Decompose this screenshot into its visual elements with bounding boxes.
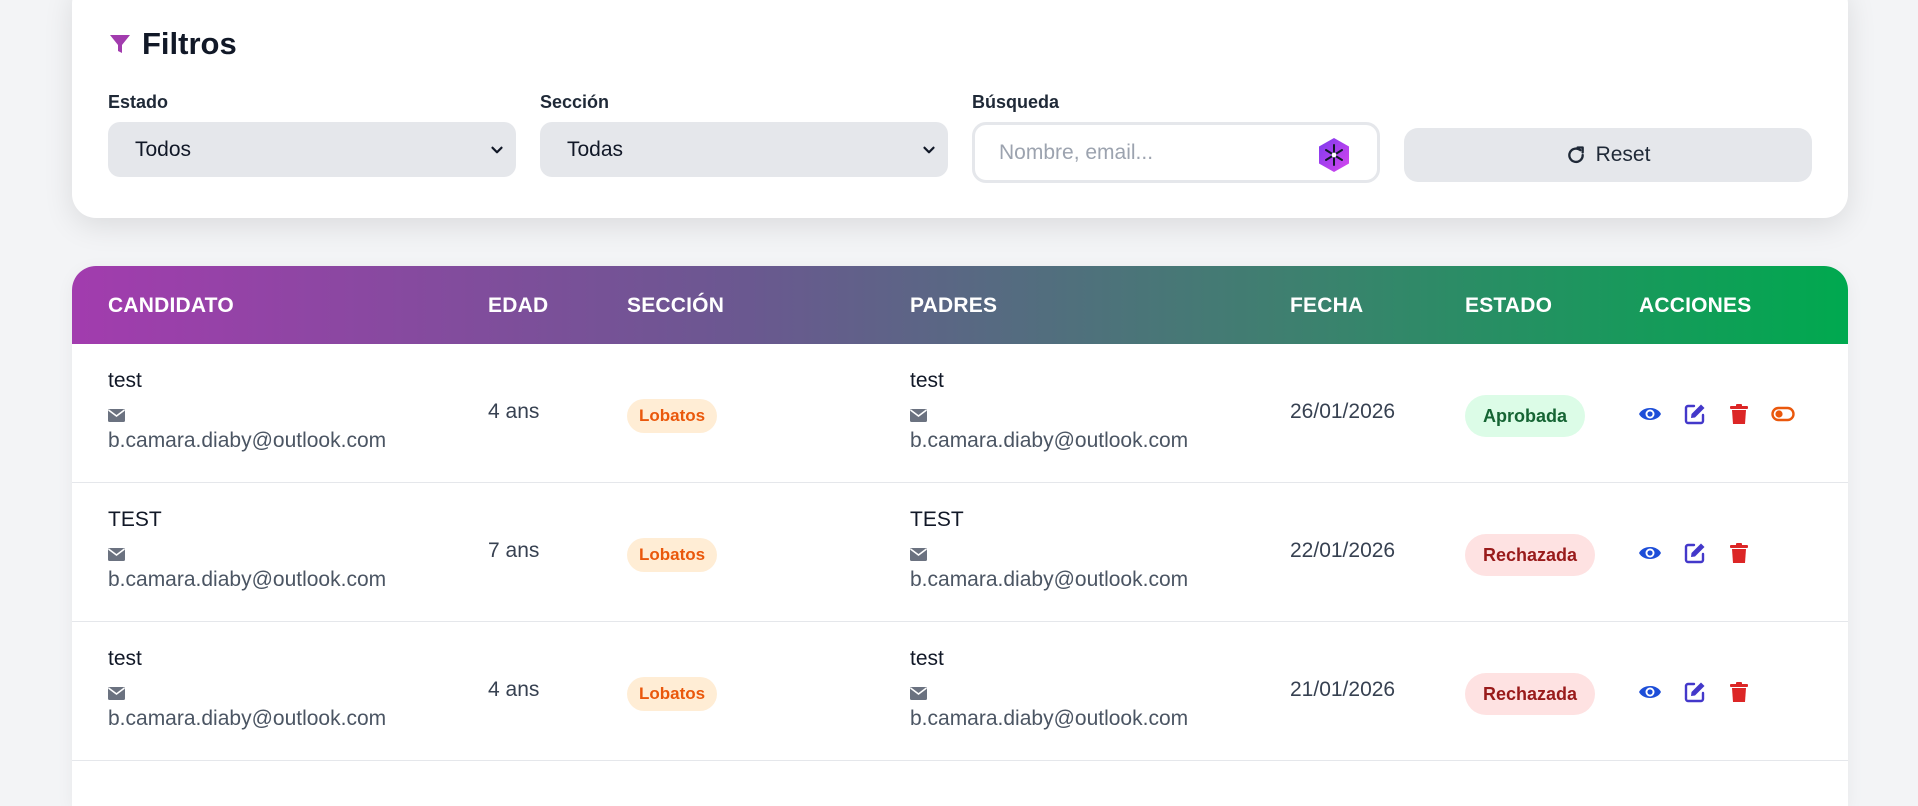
- reset-label: Reset: [1595, 143, 1651, 166]
- parent-email: b.camara.diaby@outlook.com: [910, 707, 1189, 730]
- chevron-down-icon: [491, 146, 503, 154]
- funnel-icon: [110, 35, 130, 53]
- filters-header: Filtros: [108, 26, 237, 62]
- status-badge: Rechazada: [1465, 534, 1596, 576]
- envelope-icon: [910, 409, 927, 422]
- column-header-candidato[interactable]: CANDIDATO: [108, 294, 234, 318]
- seccion-label: Sección: [540, 92, 610, 112]
- parent-email: b.camara.diaby@outlook.com: [910, 568, 1189, 591]
- eye-icon[interactable]: [1638, 541, 1662, 565]
- candidate-email: b.camara.diaby@outlook.com: [108, 707, 387, 730]
- candidate-email: b.camara.diaby@outlook.com: [108, 568, 387, 591]
- busqueda-label: Búsqueda: [972, 92, 1060, 112]
- filters-card: [72, 0, 1848, 218]
- status-badge: Aprobada: [1465, 395, 1586, 437]
- search-input[interactable]: Nombre, email...: [972, 122, 1380, 183]
- rotate-icon: [1567, 146, 1584, 164]
- filters-title: Filtros: [142, 26, 237, 61]
- edit-icon[interactable]: [1683, 680, 1707, 704]
- envelope-icon: [108, 687, 125, 700]
- table-row: test b.camara.diaby@outlook.com 4 ans Lo…: [72, 622, 1848, 761]
- request-date: 21/01/2026: [1290, 678, 1396, 701]
- seccion-select[interactable]: Todas: [540, 122, 948, 177]
- chevron-down-icon: [923, 146, 935, 154]
- envelope-icon: [108, 409, 125, 422]
- parent-email: b.camara.diaby@outlook.com: [910, 429, 1189, 452]
- eye-icon[interactable]: [1638, 680, 1662, 704]
- column-header-edad[interactable]: EDAD: [488, 294, 548, 318]
- search-placeholder: Nombre, email...: [999, 140, 1154, 164]
- candidate-name: test: [108, 647, 142, 670]
- section-badge: Lobatos: [627, 399, 718, 433]
- parent-name: test: [910, 647, 944, 670]
- column-header-acciones: ACCIONES: [1639, 294, 1752, 317]
- status-badge: Rechazada: [1465, 673, 1596, 715]
- estado-label: Estado: [108, 92, 169, 112]
- trash-icon[interactable]: [1727, 680, 1751, 704]
- edit-icon[interactable]: [1683, 541, 1707, 565]
- table-header: CANDIDATO EDAD SECCIÓN PADRES FECHA ESTA…: [72, 266, 1848, 344]
- section-badge: Lobatos: [627, 677, 718, 711]
- column-header-padres[interactable]: PADRES: [910, 294, 997, 318]
- column-header-fecha[interactable]: FECHA: [1290, 294, 1363, 318]
- edit-icon[interactable]: [1683, 402, 1707, 426]
- candidates-table: CANDIDATO EDAD SECCIÓN PADRES FECHA ESTA…: [72, 266, 1848, 806]
- column-header-seccion[interactable]: SECCIÓN: [627, 294, 724, 318]
- parent-name: test: [910, 369, 944, 392]
- candidate-name: TEST: [108, 508, 162, 531]
- candidate-name: test: [108, 369, 142, 392]
- candidate-age: 4 ans: [488, 678, 540, 701]
- seccion-select-value: Todas: [567, 137, 624, 161]
- request-date: 26/01/2026: [1290, 400, 1396, 423]
- trash-icon[interactable]: [1727, 402, 1751, 426]
- candidate-age: 4 ans: [488, 400, 540, 423]
- request-date: 22/01/2026: [1290, 539, 1396, 562]
- trash-icon[interactable]: [1727, 541, 1751, 565]
- sparkle-icon[interactable]: [1315, 136, 1353, 174]
- reset-button[interactable]: Reset: [1404, 128, 1812, 182]
- envelope-icon: [108, 548, 125, 561]
- table-row: test b.camara.diaby@outlook.com 4 ans Lo…: [72, 344, 1848, 483]
- estado-select[interactable]: Todos: [108, 122, 516, 177]
- candidate-email: b.camara.diaby@outlook.com: [108, 429, 387, 452]
- envelope-icon: [910, 548, 927, 561]
- column-header-estado[interactable]: ESTADO: [1465, 294, 1552, 318]
- toggle-icon[interactable]: [1771, 402, 1795, 426]
- eye-icon[interactable]: [1638, 402, 1662, 426]
- envelope-icon: [910, 687, 927, 700]
- table-row: TEST b.camara.diaby@outlook.com 7 ans Lo…: [72, 483, 1848, 622]
- parent-name: TEST: [910, 508, 964, 531]
- candidate-age: 7 ans: [488, 539, 540, 562]
- estado-select-value: Todos: [135, 137, 192, 161]
- section-badge: Lobatos: [627, 538, 718, 572]
